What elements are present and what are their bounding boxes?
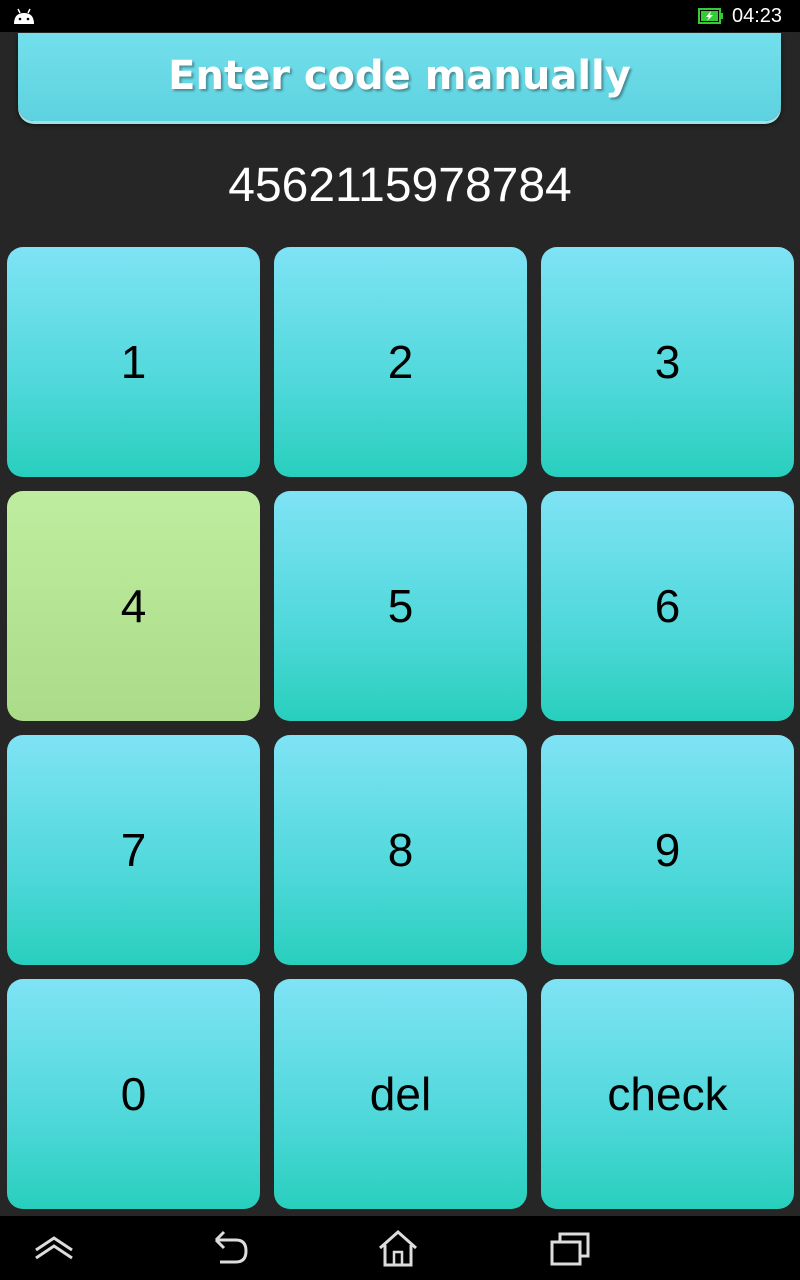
navigation-bar [0, 1216, 800, 1280]
code-display: 4562115978784 [228, 159, 572, 212]
battery-charging-icon [698, 6, 724, 26]
back-icon[interactable] [206, 1228, 254, 1268]
check-button[interactable]: check [541, 979, 794, 1209]
key-5[interactable]: 5 [274, 491, 527, 721]
key-9[interactable]: 9 [541, 735, 794, 965]
key-0[interactable]: 0 [7, 979, 260, 1209]
key-4[interactable]: 4 [7, 491, 260, 721]
key-2[interactable]: 2 [274, 247, 527, 477]
key-7[interactable]: 7 [7, 735, 260, 965]
recent-apps-icon[interactable] [546, 1228, 594, 1268]
home-icon[interactable] [374, 1228, 422, 1268]
status-bar: 04:23 [0, 0, 800, 32]
android-icon [12, 6, 36, 26]
key-3[interactable]: 3 [541, 247, 794, 477]
up-chevron-icon[interactable] [30, 1228, 78, 1268]
key-8[interactable]: 8 [274, 735, 527, 965]
key-6[interactable]: 6 [541, 491, 794, 721]
status-clock: 04:23 [732, 5, 783, 27]
key-1[interactable]: 1 [7, 247, 260, 477]
page-title: Enter code manually [168, 53, 631, 99]
delete-button[interactable]: del [274, 979, 527, 1209]
app-header: Enter code manually [18, 33, 781, 121]
